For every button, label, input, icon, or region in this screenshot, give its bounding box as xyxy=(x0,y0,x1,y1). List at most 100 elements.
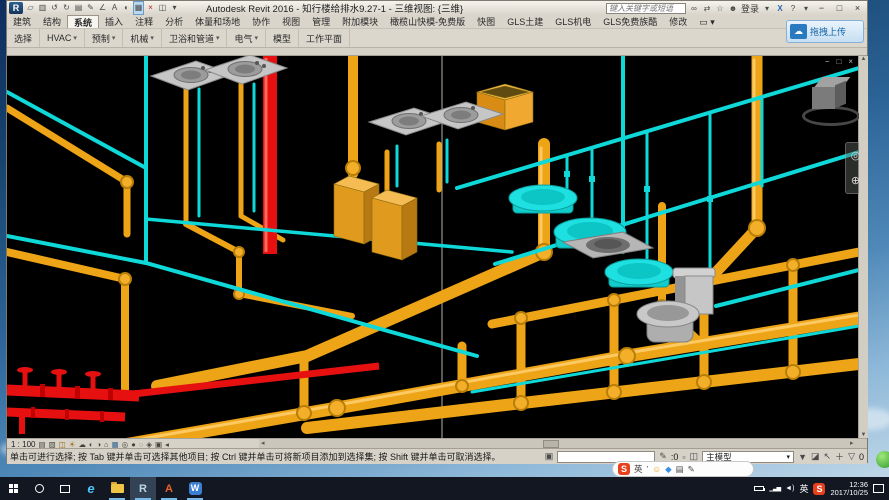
viewcube-compass-ring[interactable] xyxy=(802,106,859,126)
water-tank[interactable] xyxy=(372,190,417,260)
sogou-tray-icon[interactable]: S xyxy=(813,483,825,495)
maximize-button[interactable]: □ xyxy=(832,3,847,13)
wps-taskbar-button[interactable]: W xyxy=(182,477,208,500)
emoji-icon[interactable]: ☺ xyxy=(652,464,661,474)
edge-button[interactable]: e xyxy=(78,477,104,500)
toolbox-icon[interactable]: ✎ xyxy=(688,464,695,475)
panel-fabrication[interactable]: 预制▾ xyxy=(85,29,124,47)
viewcube-side-face[interactable] xyxy=(835,81,846,108)
switch-windows-icon[interactable]: ◫ xyxy=(157,2,168,14)
tab-modify[interactable]: 修改 xyxy=(663,15,693,28)
selection-filter-icon[interactable]: ▽ xyxy=(848,451,855,462)
tab-manage[interactable]: 管理 xyxy=(306,15,336,28)
panel-hvac[interactable]: HVAC▾ xyxy=(40,29,85,47)
close-hidden-windows-icon[interactable]: × xyxy=(145,2,156,14)
help-caret-icon[interactable]: ▾ xyxy=(801,4,811,13)
worksets-icon[interactable]: ▣ xyxy=(545,451,554,462)
tab-view[interactable]: 视图 xyxy=(276,15,306,28)
tab-addins[interactable]: 附加模块 xyxy=(336,15,384,28)
ime-indicator[interactable]: 英 xyxy=(799,482,808,495)
view-close-button[interactable]: × xyxy=(848,57,853,66)
select-links-icon[interactable]: ↖ xyxy=(824,451,832,462)
tab-collaborate[interactable]: 协作 xyxy=(246,15,276,28)
default-3d-view-icon[interactable]: ◐ xyxy=(121,2,132,14)
taskbar-clock[interactable]: 12:36 2017/10/25 xyxy=(830,481,868,497)
cad-taskbar-button[interactable]: A xyxy=(156,477,182,500)
steering-wheel-icon[interactable]: ◎ xyxy=(851,149,859,162)
wifi-icon[interactable]: ▁▃▅ xyxy=(769,485,780,492)
tab-gls-tujian[interactable]: GLS土建 xyxy=(501,15,549,28)
swap-icon[interactable]: ⇄ xyxy=(702,4,712,13)
tab-architecture[interactable]: 建筑 xyxy=(7,15,37,28)
floating-assistant-ball[interactable] xyxy=(876,451,889,468)
exclude-options-icon[interactable]: ▼ xyxy=(798,452,807,462)
tab-gls-jidian[interactable]: GLS机电 xyxy=(549,15,597,28)
text-icon[interactable]: A xyxy=(109,2,120,14)
panel-select[interactable]: 选择 xyxy=(7,29,40,47)
exchange-apps-icon[interactable]: X xyxy=(775,4,785,13)
punctuation-icon[interactable]: ’ xyxy=(647,464,649,474)
horizontal-scroll-thumb[interactable] xyxy=(543,440,559,448)
signin-caret-icon[interactable]: ▾ xyxy=(762,4,772,13)
start-button[interactable] xyxy=(0,477,26,500)
panel-workplane[interactable]: 工作平面 xyxy=(299,29,350,47)
tab-massing-site[interactable]: 体量和场地 xyxy=(189,15,246,28)
measure-icon[interactable]: ✎ xyxy=(85,2,96,14)
panel-electrical[interactable]: 电气▾ xyxy=(227,29,266,47)
qat-customize-icon[interactable]: ▾ xyxy=(169,2,180,14)
3d-model-canvas[interactable] xyxy=(7,56,859,438)
account-icon[interactable]: ☻ xyxy=(728,4,738,13)
tab-systems[interactable]: 系统 xyxy=(67,15,99,28)
zoom-icon[interactable]: ⊕ xyxy=(851,174,859,187)
redo-icon[interactable]: ↻ xyxy=(61,2,72,14)
selected-squat-pan[interactable] xyxy=(509,185,577,213)
selected-squat-pan[interactable] xyxy=(605,259,673,287)
select-pinned-icon[interactable]: ＋ xyxy=(835,450,844,463)
close-button[interactable]: × xyxy=(850,3,865,13)
tab-gls-zuku[interactable]: GLS免费族酷 xyxy=(597,15,663,28)
panel-model[interactable]: 模型 xyxy=(266,29,299,47)
voice-input-icon[interactable]: ◆ xyxy=(665,464,672,475)
viewcube-front-face[interactable] xyxy=(812,87,835,109)
press-drag-icon[interactable]: ◪ xyxy=(811,451,820,462)
favorites-star-icon[interactable]: ☆ xyxy=(715,4,725,13)
viewcube[interactable] xyxy=(801,68,859,134)
open-tank[interactable] xyxy=(477,84,533,130)
battery-icon[interactable] xyxy=(754,486,764,491)
tab-kuaitu[interactable]: 快图 xyxy=(471,15,501,28)
aligned-dimension-icon[interactable]: ∠ xyxy=(97,2,108,14)
file-explorer-button[interactable] xyxy=(104,477,130,500)
search-icon[interactable]: ∞ xyxy=(689,4,699,13)
task-view-button[interactable] xyxy=(52,477,78,500)
speaker-icon[interactable]: ◄) xyxy=(785,485,794,492)
minimize-button[interactable]: − xyxy=(814,3,829,13)
view-minimize-button[interactable]: − xyxy=(825,57,830,66)
tab-structure[interactable]: 结构 xyxy=(37,15,67,28)
sign-in-label[interactable]: 登录 xyxy=(741,2,759,15)
scroll-up-icon[interactable]: ▲ xyxy=(861,56,867,62)
revit-logo-icon[interactable]: R xyxy=(9,2,23,14)
soft-keyboard-icon[interactable]: ▤ xyxy=(676,464,684,475)
ribbon-minimize-icon[interactable]: ▭ ▾ xyxy=(693,15,721,28)
cortana-button[interactable] xyxy=(26,477,52,500)
save-icon[interactable]: ▥ xyxy=(37,2,48,14)
print-icon[interactable]: ▤ xyxy=(73,2,84,14)
tab-annotate[interactable]: 注释 xyxy=(129,15,159,28)
design-options-icon[interactable]: ▫ xyxy=(682,452,685,462)
view-restore-button[interactable]: □ xyxy=(836,57,841,66)
sogou-logo-icon[interactable]: S xyxy=(618,463,630,475)
drag-upload-button[interactable]: ☁ 拖拽上传 xyxy=(786,20,864,43)
drawing-area[interactable]: − □ × ◎ ⊕ xyxy=(7,56,859,438)
vertical-scrollbar[interactable]: ▲ ▼ xyxy=(858,56,868,438)
revit-taskbar-button[interactable]: R xyxy=(130,477,156,500)
action-center-icon[interactable] xyxy=(873,484,884,493)
panel-plumbing[interactable]: 卫浴和管道▾ xyxy=(162,29,228,47)
undo-icon[interactable]: ↺ xyxy=(49,2,60,14)
tab-insert[interactable]: 插入 xyxy=(99,15,129,28)
thin-lines-icon[interactable]: ▦ xyxy=(133,1,144,15)
panel-mechanical[interactable]: 机械▾ xyxy=(123,29,162,47)
tab-analyze[interactable]: 分析 xyxy=(159,15,189,28)
ime-mode-label[interactable]: 英 xyxy=(634,463,643,475)
help-search-input[interactable] xyxy=(606,3,686,14)
open-icon[interactable]: ▱ xyxy=(25,2,36,14)
